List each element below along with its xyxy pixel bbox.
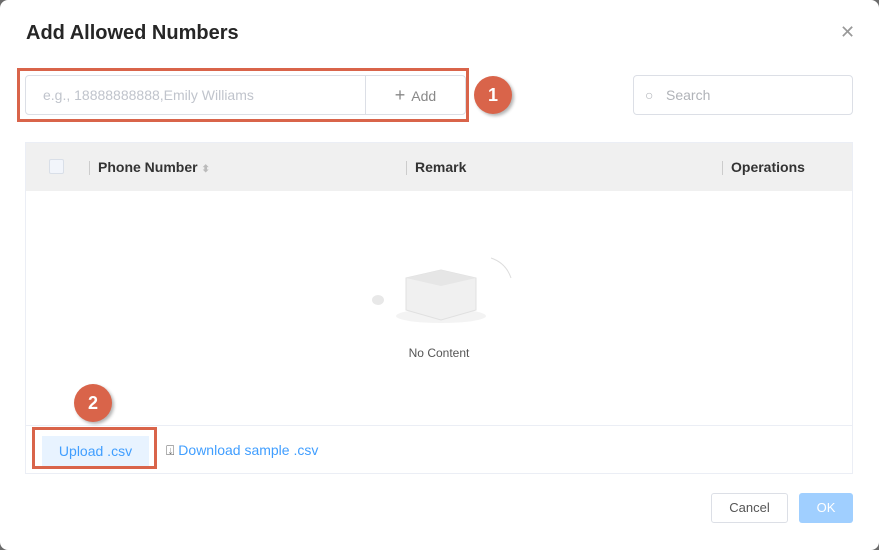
numbers-table: Phone Number ⬍ Remark Operations No Cont… [25, 142, 853, 474]
empty-state-text: No Content [408, 346, 470, 360]
sort-icon[interactable]: ⬍ [201, 164, 209, 175]
column-phone-number[interactable]: Phone Number ⬍ [98, 159, 210, 175]
search-icon: ○ [645, 87, 654, 103]
add-allowed-numbers-dialog: Add Allowed Numbers ✕ e.g., 18888888888,… [0, 0, 879, 550]
table-header: Phone Number ⬍ Remark Operations [26, 143, 852, 191]
ok-button[interactable]: OK [799, 493, 853, 523]
dialog-title: Add Allowed Numbers [26, 22, 239, 44]
select-all-checkbox[interactable] [49, 159, 64, 174]
search-input[interactable]: ○ Search [633, 75, 853, 115]
plus-icon: + [394, 85, 406, 105]
download-label: Download sample .csv [178, 442, 319, 458]
download-sample-link[interactable]: ⍗ Download sample .csv [166, 442, 318, 459]
annotation-box-2 [32, 427, 157, 469]
annotation-badge-2: 2 [74, 384, 112, 422]
search-placeholder: Search [666, 87, 711, 103]
number-input-group: e.g., 18888888888,Emily Williams + Add [25, 75, 466, 115]
column-operations: Operations [731, 159, 805, 175]
empty-box-icon [372, 257, 512, 323]
download-icon: ⍗ [166, 442, 175, 458]
cancel-button[interactable]: Cancel [711, 493, 788, 523]
number-input[interactable]: e.g., 18888888888,Emily Williams [26, 76, 365, 114]
annotation-badge-1: 1 [474, 76, 512, 114]
add-label: Add [411, 88, 437, 104]
column-label: Phone Number [98, 159, 198, 175]
add-button[interactable]: + Add [365, 76, 465, 114]
close-icon[interactable]: ✕ [840, 22, 855, 43]
column-remark: Remark [415, 159, 467, 175]
